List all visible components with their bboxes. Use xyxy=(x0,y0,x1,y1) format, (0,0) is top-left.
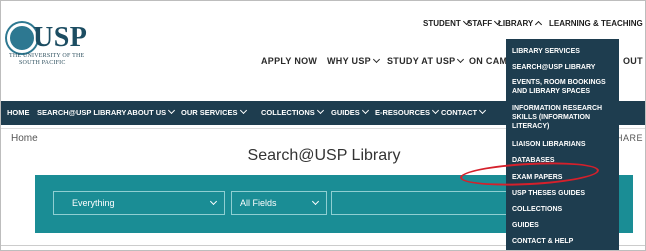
chevron-down-icon xyxy=(316,106,324,115)
menu-item-guides[interactable]: GUIDES xyxy=(512,221,616,230)
utility-student[interactable]: STUDENT xyxy=(423,17,470,28)
chevron-down-icon xyxy=(168,106,176,115)
chevron-down-icon xyxy=(457,55,465,64)
utility-nav: STUDENT STAFF LIBRARY LEARNING & TEACHIN… xyxy=(343,13,645,39)
library-nav-services[interactable]: OUR SERVICES xyxy=(181,106,247,117)
library-nav-collections[interactable]: COLLECTIONS xyxy=(261,106,324,117)
scope-select-value: Everything xyxy=(72,198,115,208)
nav-apply-now[interactable]: APPLY NOW xyxy=(261,56,317,66)
logo-line-2: SOUTH PACIFIC xyxy=(19,60,66,66)
menu-item-collections[interactable]: COLLECTIONS xyxy=(512,205,616,214)
menu-item-events-room-bookings[interactable]: EVENTS, ROOM BOOKINGS AND LIBRARY SPACES xyxy=(512,78,616,96)
chevron-down-icon xyxy=(361,106,369,115)
chevron-down-icon xyxy=(431,106,440,115)
menu-item-search-usp-library[interactable]: SEARCH@USP LIBRARY xyxy=(512,63,616,72)
chevron-down-icon xyxy=(239,106,247,115)
nav-on-campus[interactable]: ON CAM xyxy=(469,56,507,66)
chevron-down-icon xyxy=(372,55,380,64)
chevron-down-icon xyxy=(311,197,320,206)
usp-logo[interactable]: USP THE UNIVERSITY OF THE SOUTH PACIFIC xyxy=(5,19,91,81)
menu-item-library-services[interactable]: LIBRARY SERVICES xyxy=(512,47,616,56)
chevron-up-icon xyxy=(535,20,543,29)
breadcrumb[interactable]: Home xyxy=(11,133,38,144)
logo-text: USP xyxy=(33,22,88,53)
field-select-value: All Fields xyxy=(240,198,277,208)
chevron-down-icon xyxy=(479,106,487,115)
menu-item-liaison-librarians[interactable]: LIAISON LIBRARIANS xyxy=(512,140,616,149)
nav-why-usp[interactable]: WHY USP xyxy=(327,55,380,66)
library-nav-about[interactable]: ABOUT US xyxy=(127,106,176,117)
library-nav-home[interactable]: HOME xyxy=(7,108,30,117)
field-select[interactable]: All Fields xyxy=(231,191,327,215)
utility-learning-teaching[interactable]: LEARNING & TEACHING xyxy=(549,17,645,28)
library-nav-guides[interactable]: GUIDES xyxy=(331,106,369,117)
utility-staff[interactable]: STAFF xyxy=(467,17,502,28)
nav-study-at-usp[interactable]: STUDY AT USP xyxy=(387,55,465,66)
menu-item-information-research-skills[interactable]: INFORMATION RESEARCH SKILLS (INFORMATION… xyxy=(512,104,616,131)
scope-select[interactable]: Everything xyxy=(53,191,225,215)
menu-item-usp-theses-guides[interactable]: USP THESES GUIDES xyxy=(512,189,616,198)
library-nav-search[interactable]: SEARCH@USP LIBRARY xyxy=(37,108,126,117)
library-nav-eresources[interactable]: E-RESOURCES xyxy=(375,106,440,117)
logo-line-1: THE UNIVERSITY OF THE xyxy=(9,53,85,59)
browser-frame: USP THE UNIVERSITY OF THE SOUTH PACIFIC … xyxy=(0,0,646,251)
menu-item-contact-help[interactable]: CONTACT & HELP xyxy=(512,237,616,246)
library-dropdown-menu: LIBRARY SERVICES SEARCH@USP LIBRARY EVEN… xyxy=(506,39,619,250)
share-link[interactable]: HARE xyxy=(616,133,643,143)
chevron-down-icon xyxy=(209,197,218,206)
library-nav-contact[interactable]: CONTACT xyxy=(441,106,487,117)
nav-about-usp[interactable]: OUT U xyxy=(623,56,645,66)
utility-library[interactable]: LIBRARY xyxy=(498,19,543,29)
